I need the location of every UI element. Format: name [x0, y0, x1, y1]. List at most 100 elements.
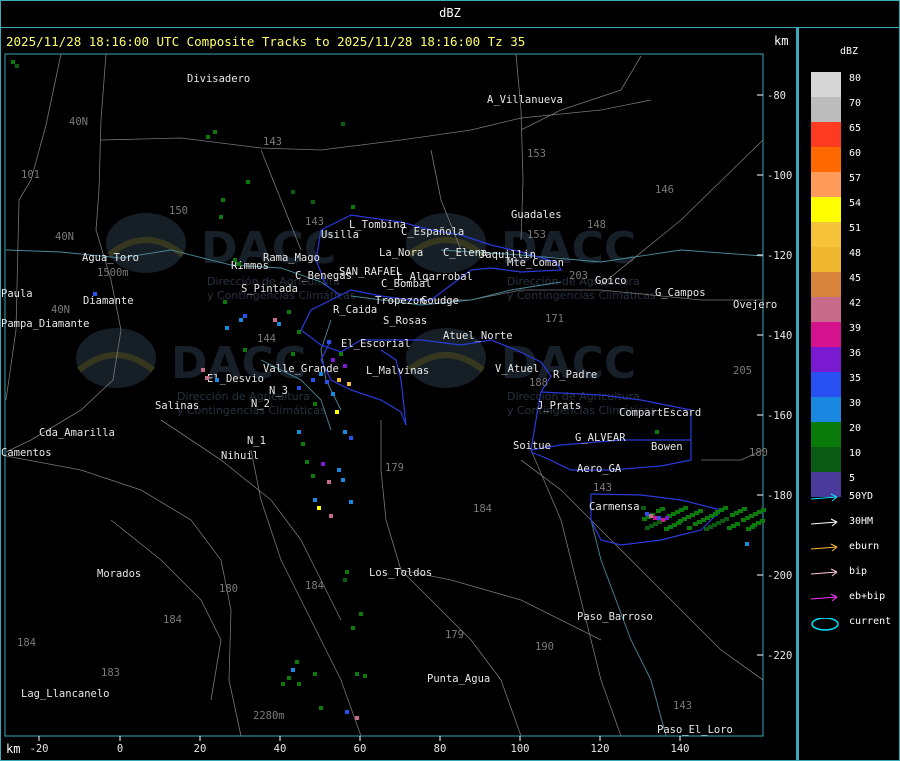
place-label: Mte_Coman: [507, 257, 564, 269]
road-label: 148: [587, 219, 606, 231]
road-label: 179: [445, 629, 464, 641]
echo-cell: [221, 198, 225, 202]
road-label: 183: [101, 667, 120, 679]
x-tick-label: -20: [30, 743, 49, 755]
color-swatch: [811, 297, 841, 322]
place-label: Rama_Mago: [263, 252, 320, 264]
color-scale-label: 39: [849, 323, 862, 334]
echo-cell: [297, 330, 301, 334]
place-label: S_Rosas: [383, 315, 427, 327]
x-tick-label: 140: [671, 743, 690, 755]
y-tick-label: -100: [767, 170, 792, 182]
color-swatch: [811, 72, 841, 97]
echo-cell: [225, 326, 229, 330]
track-legend-item: eburn: [811, 541, 900, 555]
y-tick-label: -220: [767, 650, 792, 662]
road-label: 2280m: [253, 710, 285, 722]
road-label: 143: [305, 216, 324, 228]
x-tick-label: 80: [434, 743, 447, 755]
track-legend-label: current: [849, 616, 892, 627]
color-scale-label: 54: [849, 198, 862, 209]
echo-cell: [335, 410, 339, 414]
x-tick-label: 0: [117, 743, 123, 755]
track-legend-label: eburn: [849, 541, 880, 552]
place-label: V_Atuel: [495, 363, 539, 375]
place-label: Atuel_Norte: [443, 330, 513, 342]
echo-cell: [745, 542, 749, 546]
road-label: 153: [527, 229, 546, 241]
color-swatch: [811, 422, 841, 447]
echo-cell: [291, 190, 295, 194]
echo-cell: [351, 205, 355, 209]
echo-cell: [319, 706, 323, 710]
track-legend-item: bip: [811, 566, 900, 580]
place-label: Carmensa: [589, 501, 640, 513]
echo-cell: [761, 508, 766, 512]
echo-cell: [291, 668, 295, 672]
echo-cell: [239, 318, 243, 322]
echo-cell: [660, 507, 665, 511]
color-scale-label: 80: [849, 73, 862, 84]
echo-cell: [325, 380, 329, 384]
echo-cell: [317, 506, 321, 510]
echo-cell: [341, 478, 345, 482]
echo-cell: [233, 258, 237, 262]
road-label: 143: [673, 700, 692, 712]
color-swatch: [811, 372, 841, 397]
echo-cell: [287, 676, 291, 680]
place-label: Aero_GA: [577, 463, 622, 475]
place-label: CompartEscard: [619, 407, 701, 419]
echo-cell: [661, 518, 665, 522]
echo-cell: [653, 516, 657, 520]
color-swatch: [811, 447, 841, 472]
echo-cell: [15, 64, 19, 68]
y-tick-label: -180: [767, 490, 792, 502]
echo-cell: [655, 430, 659, 434]
road-label: 203: [569, 270, 588, 282]
road-label: 190: [535, 641, 554, 653]
echo-cell: [313, 402, 317, 406]
echo-cell: [297, 682, 301, 686]
color-scale-label: 20: [849, 423, 862, 434]
place-label: Soitue: [513, 440, 551, 452]
echo-cell: [337, 378, 341, 382]
echo-cell: [347, 382, 351, 386]
color-swatch: [811, 197, 841, 222]
radar-map[interactable]: DACCDirección de Agriculturay Contingenc…: [1, 28, 798, 761]
echo-cell: [713, 512, 718, 516]
road-labels: 40N 143 101 153 146 150 143 148 153 40N 1500m 203 40…: [17, 116, 768, 722]
echo-cell: [243, 314, 247, 318]
current-ellipse-icon: [811, 618, 839, 631]
echo-cell: [723, 506, 728, 510]
road-label: 184: [17, 637, 36, 649]
echo-cell: [341, 122, 345, 126]
track-legend-item: 30HM: [811, 516, 900, 530]
radar-map-panel[interactable]: DACC Dirección de Agricultura y Contingenc…: [0, 28, 797, 761]
color-swatch: [811, 347, 841, 372]
echo-cell: [750, 525, 755, 529]
echo-cell: [331, 358, 335, 362]
place-label: G_Campos: [655, 287, 706, 299]
color-swatch: [811, 222, 841, 247]
track-arrow-icon: [811, 593, 838, 602]
echo-cell: [329, 514, 333, 518]
place-label: C_Española: [401, 226, 464, 238]
color-swatch: [811, 172, 841, 197]
legend-panel: dBZ 80 70 65 60 57 54 51 48 45 42 39 36 35 30 20 10 5 50…: [797, 28, 900, 761]
echo-cell: [349, 436, 353, 440]
legend-unit: dBZ: [839, 46, 859, 57]
echo-cell: [645, 512, 649, 516]
place-label: Usilla: [321, 229, 359, 241]
echo-cell: [760, 519, 765, 523]
place-label: N_2: [251, 398, 270, 410]
echo-cell: [291, 352, 295, 356]
echo-cell: [339, 352, 343, 356]
echo-cell: [93, 292, 97, 296]
echo-cell: [687, 526, 692, 530]
echo-cell: [649, 514, 653, 518]
echo-cell: [363, 674, 367, 678]
y-tick-label: -140: [767, 330, 792, 342]
track-legend-item: eb+bip: [811, 591, 900, 605]
color-scale-label: 51: [849, 223, 862, 234]
echo-cell: [676, 521, 681, 525]
